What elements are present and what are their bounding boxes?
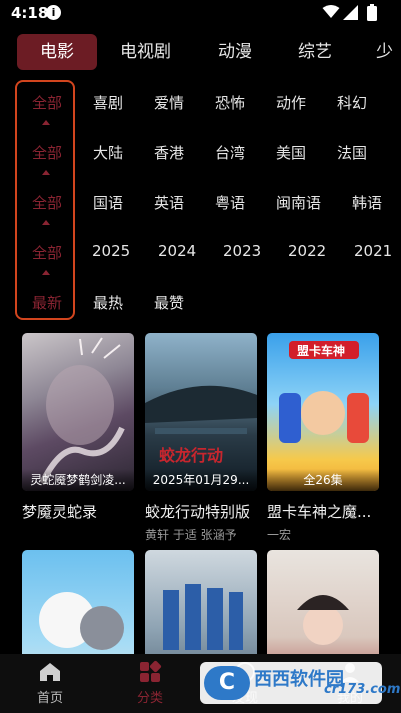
poster-art	[39, 337, 125, 485]
nav-category[interactable]: 分类	[110, 654, 190, 713]
filter-chip[interactable]: 恐怖	[215, 92, 245, 113]
home-icon	[40, 663, 60, 681]
filter-chip[interactable]: 2024	[158, 242, 196, 260]
selected-filters-highlight	[15, 80, 75, 320]
status-time: 4:18	[11, 4, 49, 22]
category-icon	[140, 660, 162, 682]
svg-text:盟卡车神: 盟卡车神	[297, 343, 345, 358]
tab-movie[interactable]: 电影	[17, 34, 97, 70]
watermark: C 西西软件园 cr173.com	[200, 662, 400, 704]
movie-poster[interactable]: 盟卡车神 全26集	[267, 333, 379, 491]
watermark-logo-icon: C	[204, 666, 250, 700]
filter-chip[interactable]: 台湾	[215, 142, 245, 163]
filter-chip[interactable]: 法国	[337, 142, 367, 163]
filter-chip[interactable]: 闽南语	[276, 192, 321, 213]
info-icon: i	[46, 5, 61, 20]
movie-actors: 一宏	[267, 528, 292, 542]
filter-chip[interactable]: 粤语	[215, 192, 245, 213]
movie-actors: 黄轩 于适 张涵予	[145, 528, 237, 542]
tab-variety[interactable]: 综艺	[298, 34, 332, 70]
filter-chip[interactable]: 国语	[93, 192, 123, 213]
filter-chip[interactable]: 2022	[288, 242, 326, 260]
filter-chip[interactable]: 最赞	[154, 292, 184, 313]
filter-chip[interactable]: 最热	[93, 292, 123, 313]
filter-chip[interactable]: 香港	[154, 142, 184, 163]
filter-chip[interactable]: 美国	[276, 142, 306, 163]
svg-text:蛟龙行动: 蛟龙行动	[159, 446, 223, 465]
filter-chip[interactable]: 韩语	[352, 192, 382, 213]
status-bar: 4:18 i	[0, 0, 401, 28]
movie-title: 盟卡车神之魔...	[267, 503, 372, 521]
movie-poster[interactable]: 灵蛇魇梦鹤剑凌...	[22, 333, 134, 491]
filter-chip[interactable]: 2021	[354, 242, 392, 260]
tab-tv[interactable]: 电视剧	[120, 34, 171, 70]
poster-badge: 全26集	[267, 469, 379, 491]
movie-poster[interactable]: 蛟龙行动 2025年01月29...	[145, 333, 257, 491]
nav-label: 首页	[36, 691, 63, 706]
battery-icon	[367, 4, 377, 21]
filter-chip[interactable]: 大陆	[93, 142, 123, 163]
filter-chip[interactable]: 英语	[154, 192, 184, 213]
filter-chip[interactable]: 动作	[276, 92, 306, 113]
signal-icon	[343, 5, 358, 20]
watermark-domain: cr173.com	[324, 682, 401, 697]
movie-title: 梦魇灵蛇录	[22, 503, 98, 521]
filter-chip[interactable]: 2023	[223, 242, 261, 260]
tab-anime[interactable]: 动漫	[218, 34, 252, 70]
category-tabs: 电影 电视剧 动漫 综艺 少	[0, 34, 401, 70]
poster-art: 盟卡车神	[279, 341, 369, 443]
poster-badge: 灵蛇魇梦鹤剑凌...	[22, 469, 134, 491]
filter-chip[interactable]: 2025	[92, 242, 130, 260]
tab-kids[interactable]: 少	[376, 34, 393, 70]
poster-art: 蛟龙行动	[145, 385, 257, 465]
wifi-icon	[322, 5, 340, 18]
poster-badge: 2025年01月29...	[145, 469, 257, 491]
filter-chip[interactable]: 喜剧	[93, 92, 123, 113]
movie-title: 蛟龙行动特别版	[145, 503, 251, 521]
nav-home[interactable]: 首页	[10, 654, 90, 713]
filter-chip[interactable]: 爱情	[154, 92, 184, 113]
filter-chip[interactable]: 科幻	[337, 92, 367, 113]
nav-label: 分类	[136, 691, 163, 706]
